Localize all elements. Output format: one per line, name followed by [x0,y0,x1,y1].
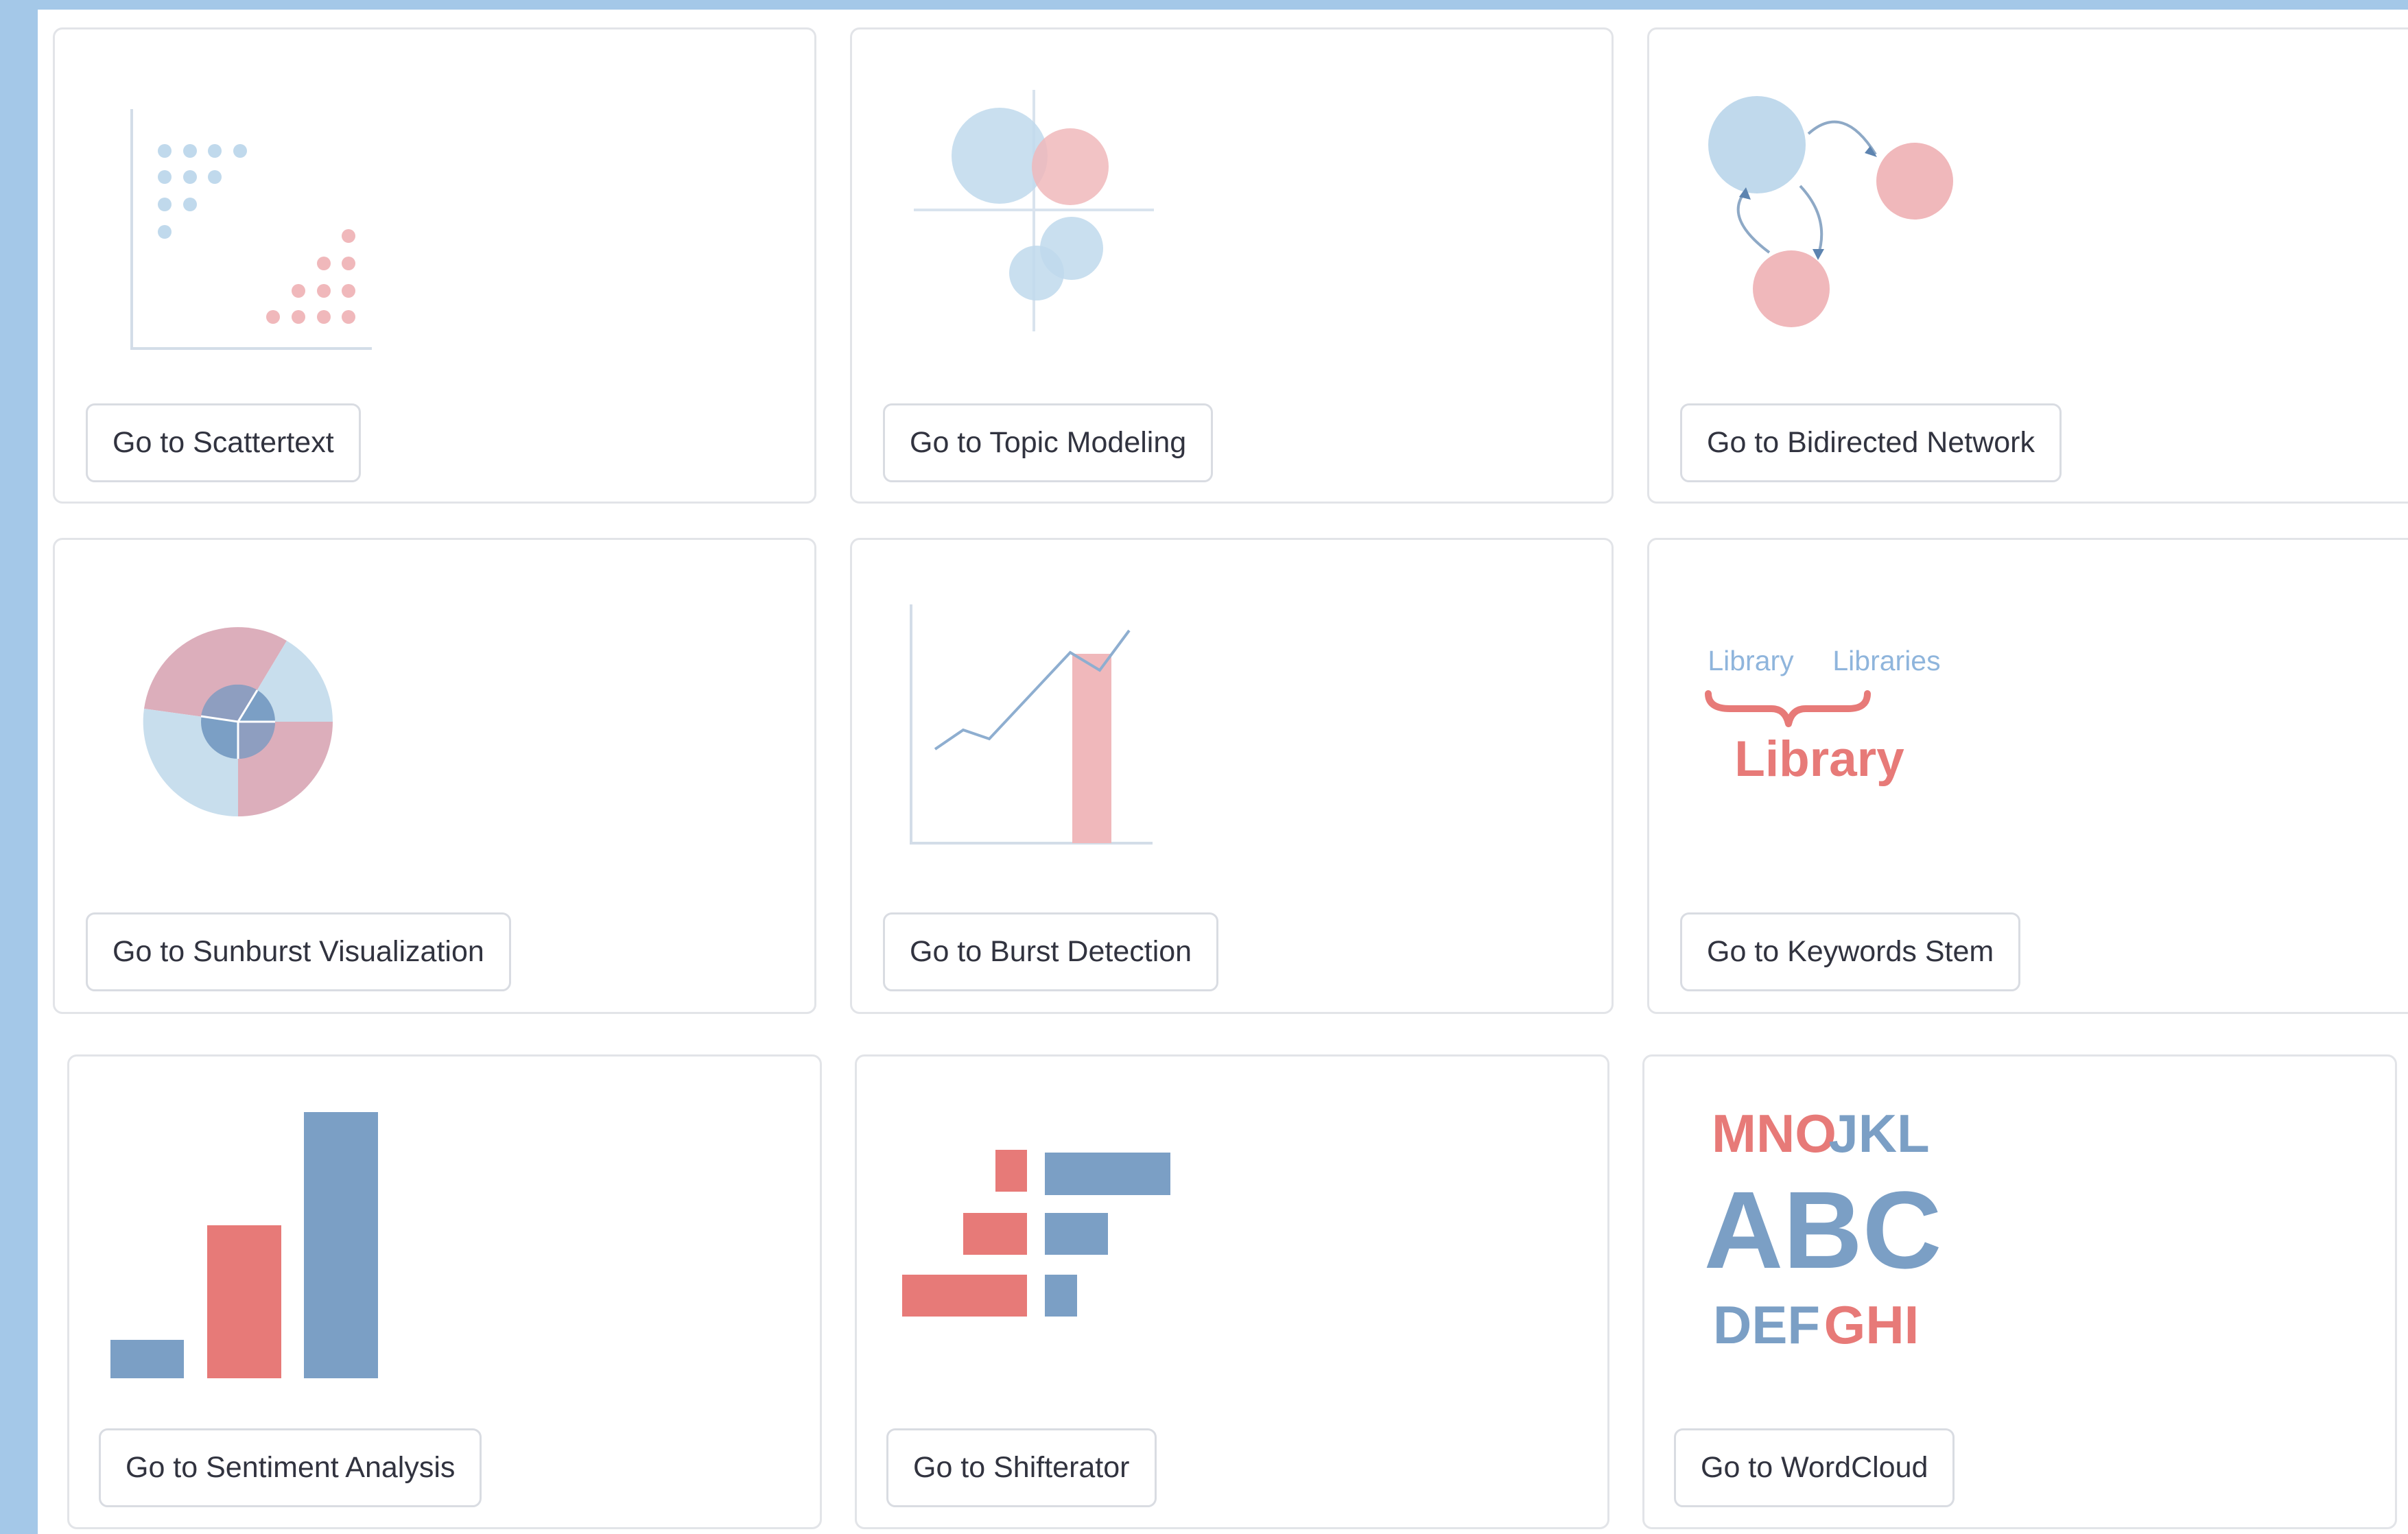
go-to-scattertext-button[interactable]: Go to Scattertext [86,403,361,482]
go-to-keywords-stem-button[interactable]: Go to Keywords Stem [1680,912,2021,991]
stem-word-result: Library [1734,731,1904,787]
go-to-sentiment-analysis-button[interactable]: Go to Sentiment Analysis [99,1428,482,1507]
card-sunburst: Go to Sunburst Visualization [53,538,816,1014]
wordcloud-word-abc: ABC [1704,1168,1942,1291]
go-to-burst-detection-button[interactable]: Go to Burst Detection [883,912,1219,991]
go-to-shifterator-button[interactable]: Go to Shifterator [886,1428,1157,1507]
card-sentiment-analysis: Go to Sentiment Analysis [67,1054,822,1529]
stem-word-right: Libraries [1832,645,1940,676]
go-to-sunburst-visualization-button[interactable]: Go to Sunburst Visualization [86,912,511,991]
card-keywords-stem: Library Libraries Library Go to Keywords… [1647,538,2408,1014]
card-bidirected-network: Go to Bidirected Network [1647,27,2408,504]
wordcloud-word-mno: MNO [1712,1103,1837,1164]
wordcloud-word-jkl: JKL [1828,1103,1929,1164]
stem-word-left: Library [1708,645,1794,676]
wordcloud-word-def: DEF [1713,1295,1820,1355]
go-to-topic-modeling-button[interactable]: Go to Topic Modeling [883,403,1214,482]
wordcloud-word-ghi: GHI [1824,1295,1920,1355]
card-topic-modeling: Go to Topic Modeling [850,27,1614,504]
card-shifterator: Go to Shifterator [855,1054,1609,1529]
card-burst-detection: Go to Burst Detection [850,538,1614,1014]
go-to-bidirected-network-button[interactable]: Go to Bidirected Network [1680,403,2062,482]
card-scattertext: Go to Scattertext [53,27,816,504]
go-to-wordcloud-button[interactable]: Go to WordCloud [1674,1428,1955,1507]
tools-grid: Go to Scattertext Go to Topic Modeling G… [38,10,2408,1534]
card-wordcloud: MNO JKL ABC DEF GHI Go to WordCloud [1642,1054,2397,1529]
